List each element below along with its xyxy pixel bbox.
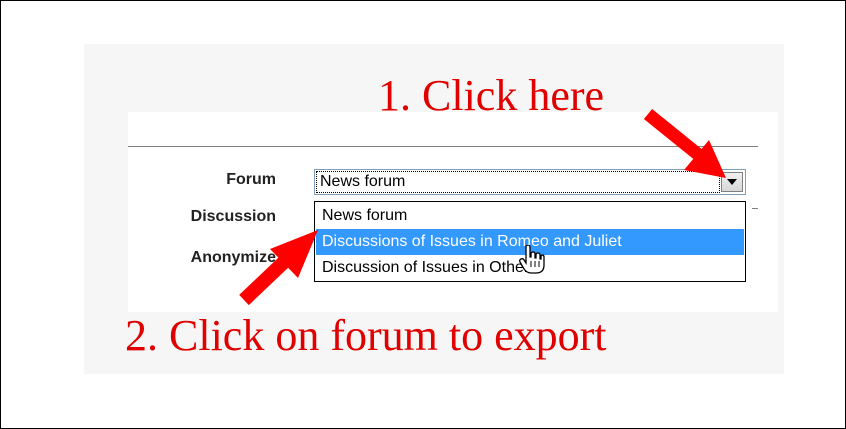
- forum-label: Forum: [226, 171, 276, 188]
- anonymize-label: Anonymize: [190, 249, 276, 266]
- annotation-step1: 1. Click here: [378, 71, 605, 120]
- annotation-step2: 2. Click on forum to export: [125, 311, 607, 360]
- discussion-label: Discussion: [190, 208, 276, 225]
- forum-select-value: News forum: [316, 171, 720, 193]
- divider-fragment: [752, 208, 758, 209]
- option-news-forum[interactable]: News forum: [316, 203, 744, 229]
- chevron-down-icon: [727, 179, 737, 185]
- dropdown-button[interactable]: [721, 172, 743, 192]
- forum-select[interactable]: News forum: [314, 169, 746, 195]
- section-divider: [128, 146, 758, 147]
- hand-pointer-icon: [519, 245, 545, 274]
